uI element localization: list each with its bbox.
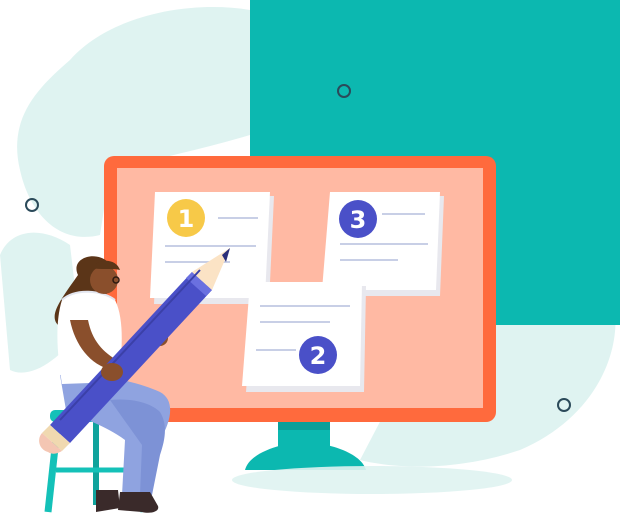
- shoe: [118, 492, 159, 513]
- sticky-note-3: 3: [322, 192, 444, 296]
- illustration: 1 3 2: [0, 0, 620, 513]
- badge-number-1: 1: [178, 205, 195, 233]
- head: [90, 266, 118, 294]
- hand: [101, 363, 123, 381]
- badge-number-3: 3: [350, 206, 367, 234]
- badge-number-2: 2: [310, 342, 327, 370]
- sticky-note-2: 2: [242, 282, 366, 392]
- shoe: [96, 490, 120, 512]
